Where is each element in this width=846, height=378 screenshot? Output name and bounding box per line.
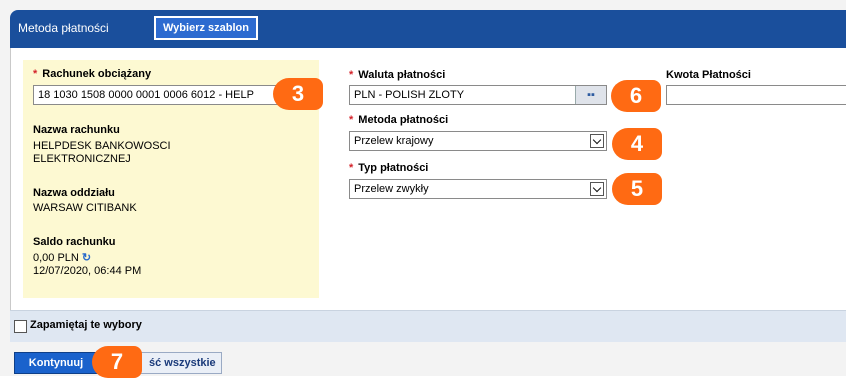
charged-account-label: * Rachunek obciążany — [33, 68, 152, 80]
required-star: * — [33, 68, 38, 80]
required-star: * — [349, 114, 354, 126]
charged-account-value: 18 1030 1508 0000 0001 0006 6012 - HELP — [38, 89, 254, 101]
step-badge-4: 4 — [612, 128, 662, 160]
chevron-down-icon[interactable] — [590, 134, 604, 148]
currency-value: PLN - POLISH ZLOTY — [354, 89, 465, 101]
branch-name-label: Nazwa oddziału — [33, 187, 115, 199]
balance-label: Saldo rachunku — [33, 236, 116, 248]
balance-value: 0,00 PLN — [33, 252, 79, 264]
required-star: * — [349, 69, 354, 81]
step-badge-7: 7 — [92, 346, 142, 378]
refresh-icon[interactable]: ↻ — [82, 252, 91, 264]
choose-template-button[interactable]: Wybierz szablon — [154, 16, 258, 40]
payment-type-select[interactable]: Przelew zwykły — [349, 179, 607, 199]
remember-bar: Zapamiętaj te wybory — [10, 310, 846, 343]
currency-label: * Waluta płatności — [349, 69, 446, 81]
currency-input[interactable]: PLN - POLISH ZLOTY ▪▪ — [349, 85, 607, 105]
branch-name-value: WARSAW CITIBANK — [33, 202, 137, 214]
step-badge-3: 3 — [273, 78, 323, 110]
remember-checkbox[interactable] — [14, 320, 27, 333]
payment-method-form: Metoda płatności Wybierz szablon * Rachun… — [0, 0, 846, 378]
charged-account-select[interactable]: 18 1030 1508 0000 0001 0006 6012 - HELP — [33, 85, 281, 105]
form-title: Metoda płatności — [18, 21, 109, 35]
form-content: * Rachunek obciążany 18 1030 1508 0000 00… — [10, 48, 846, 310]
method-label: * Metoda płatności — [349, 114, 449, 126]
remember-label: Zapamiętaj te wybory — [30, 319, 142, 331]
balance-row: 0,00 PLN ↻ — [33, 251, 91, 264]
account-name-label: Nazwa rachunku — [33, 124, 120, 136]
chevron-down-icon[interactable] — [590, 182, 604, 196]
binoculars-icon[interactable]: ▪▪ — [575, 86, 606, 104]
account-name-line2: ELEKTRONICZNEJ — [33, 153, 131, 165]
amount-input[interactable] — [666, 85, 846, 105]
step-badge-6: 6 — [611, 80, 661, 112]
balance-time: 12/07/2020, 06:44 PM — [33, 265, 142, 277]
type-label: * Typ płatności — [349, 162, 429, 174]
continue-button[interactable]: Kontynuuj — [14, 352, 98, 374]
payment-method-select[interactable]: Przelew krajowy — [349, 131, 607, 151]
form-header: Metoda płatności Wybierz szablon — [10, 10, 846, 48]
required-star: * — [349, 162, 354, 174]
step-badge-5: 5 — [612, 173, 662, 205]
action-bar: ść wszystkie Kontynuuj 7 — [10, 342, 846, 378]
payment-method-value: Przelew krajowy — [354, 135, 434, 147]
account-name-line1: HELPDESK BANKOWOSCI — [33, 140, 171, 152]
amount-label: Kwota Płatności — [666, 69, 751, 81]
payment-type-value: Przelew zwykły — [354, 183, 429, 195]
